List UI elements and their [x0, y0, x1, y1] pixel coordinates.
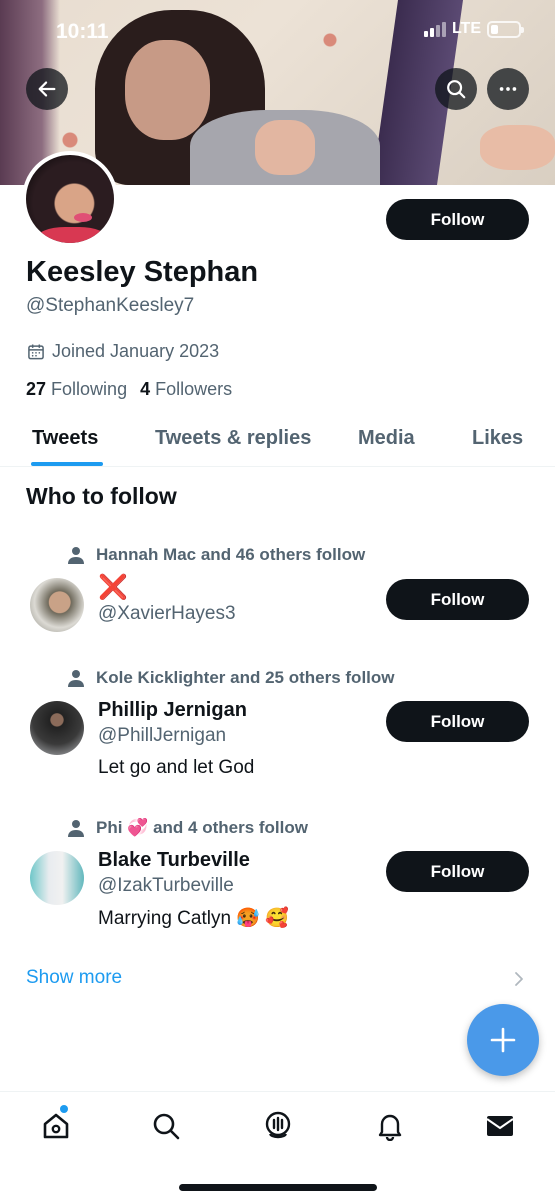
notification-dot [60, 1105, 68, 1113]
compose-tweet-button[interactable] [467, 1004, 539, 1076]
user-bio: Marrying Catlyn 🥵 🥰 [98, 908, 289, 929]
nav-search[interactable] [146, 1106, 186, 1146]
user-name[interactable]: Phillip Jernigan [98, 699, 247, 722]
home-indicator [179, 1184, 377, 1191]
user-handle: @IzakTurbeville [98, 875, 234, 896]
network-label: LTE [451, 20, 481, 37]
follow-button[interactable]: Follow [386, 199, 529, 240]
search-icon [447, 80, 466, 99]
messages-icon [486, 1116, 514, 1136]
follow-stats: 27 Following 4 Followers [26, 379, 232, 400]
joined-date: Joined January 2023 [26, 341, 219, 362]
profile-name: Keesley Stephan [26, 256, 259, 288]
tab-tweets[interactable]: Tweets [32, 427, 98, 450]
tab-media[interactable]: Media [358, 427, 415, 450]
back-button[interactable] [26, 68, 68, 110]
home-icon [43, 1113, 69, 1139]
signal-icon [423, 21, 446, 37]
plus-icon [490, 1027, 516, 1053]
user-avatar[interactable] [30, 578, 84, 632]
active-tab-indicator [31, 462, 103, 466]
profile-tabs: Tweets Tweets & replies Media Likes [0, 418, 555, 467]
profile-avatar[interactable] [22, 151, 118, 247]
calendar-icon [28, 344, 44, 359]
following-link[interactable]: 27 Following [26, 379, 127, 400]
social-context: Phi 💞 and 4 others follow [68, 818, 308, 838]
person-icon [68, 820, 84, 837]
user-avatar[interactable] [30, 701, 84, 755]
nav-spaces[interactable] [258, 1106, 298, 1146]
more-horizontal-icon [499, 87, 517, 91]
arrow-left-icon [38, 81, 56, 97]
follow-button[interactable]: Follow [386, 579, 529, 620]
spaces-icon [265, 1111, 291, 1139]
battery-icon [487, 20, 524, 38]
person-icon [68, 670, 84, 687]
search-icon [153, 1113, 180, 1140]
status-indicators: LTE [423, 20, 524, 38]
joined-text: Joined January 2023 [52, 341, 220, 361]
user-handle: @PhillJernigan [98, 725, 227, 746]
search-button[interactable] [435, 68, 477, 110]
who-to-follow-title: Who to follow [26, 483, 177, 509]
status-time: 10:11 [56, 20, 109, 43]
nav-home[interactable] [36, 1106, 76, 1146]
person-icon [68, 547, 84, 564]
nav-notifications[interactable] [370, 1106, 410, 1146]
chevron-right-icon [515, 972, 523, 986]
social-context: Kole Kicklighter and 25 others follow [68, 668, 395, 688]
tab-likes[interactable]: Likes [472, 427, 523, 450]
follow-button[interactable]: Follow [386, 851, 529, 892]
show-more-link[interactable]: Show more [26, 967, 122, 989]
user-avatar[interactable] [30, 851, 84, 905]
more-button[interactable] [487, 68, 529, 110]
banner-hand [255, 120, 315, 175]
banner-face [125, 40, 210, 140]
nav-messages[interactable] [480, 1106, 520, 1146]
social-context: Hannah Mac and 46 others follow [68, 545, 365, 565]
user-name[interactable]: ❌ [98, 573, 128, 602]
followers-link[interactable]: 4 Followers [140, 379, 232, 400]
user-bio: Let go and let God [98, 757, 255, 778]
profile-handle: @StephanKeesley7 [26, 295, 195, 316]
notifications-icon [378, 1114, 402, 1141]
user-handle: @XavierHayes3 [98, 603, 236, 624]
tab-tweets-replies[interactable]: Tweets & replies [155, 427, 311, 450]
user-name[interactable]: Blake Turbeville [98, 849, 250, 872]
follow-button[interactable]: Follow [386, 701, 529, 742]
banner-hand-right [480, 125, 555, 170]
